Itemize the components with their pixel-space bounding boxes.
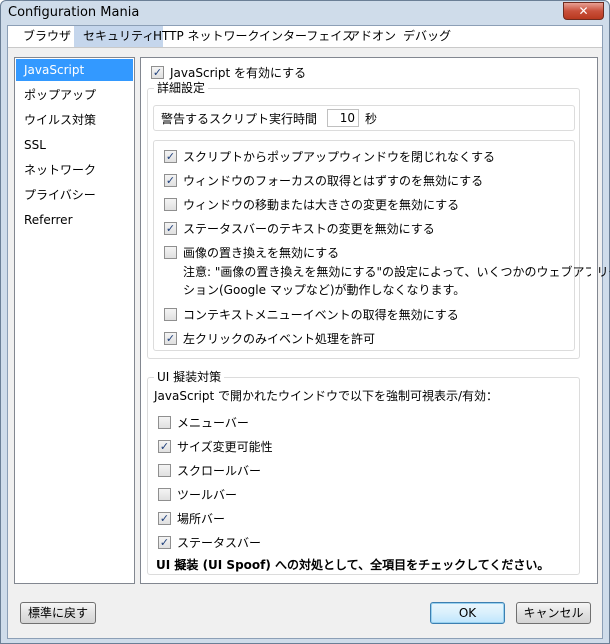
spoof-option-row[interactable]: スクロールバー — [158, 461, 261, 479]
option-checkbox[interactable] — [164, 245, 177, 259]
tab-bar: ブラウザ セキュリティ HTTP ネットワーク インターフェイス アドオン デバ… — [8, 26, 602, 48]
sidebar-item-popup[interactable]: ポップアップ — [16, 84, 133, 106]
sidebar-item-network[interactable]: ネットワーク — [16, 159, 133, 181]
category-list: JavaScript ポップアップ ウイルス対策 SSL ネットワーク プライバ… — [14, 57, 135, 584]
option-label: コンテキストメニューイベントの取得を無効にする — [183, 307, 459, 322]
option-label: スクリプトからポップアップウィンドウを閉じれなくする — [183, 149, 496, 164]
sidebar-item-ssl[interactable]: SSL — [16, 134, 133, 156]
enable-javascript-label: JavaScript を有効にする — [170, 65, 307, 80]
spoof-option-row[interactable]: ✓ ステータスバー — [158, 533, 261, 551]
option-checkbox[interactable] — [164, 307, 177, 321]
option-row[interactable]: ✓ スクリプトからポップアップウィンドウを閉じれなくする — [164, 147, 495, 165]
option-row[interactable]: ウィンドウの移動または大きさの変更を無効にする — [164, 195, 459, 213]
dialog-client: ブラウザ セキュリティ HTTP ネットワーク インターフェイス アドオン デバ… — [7, 25, 610, 639]
sidebar-item-referrer[interactable]: Referrer — [16, 209, 133, 231]
option-checkbox[interactable]: ✓ — [164, 221, 177, 235]
option-label: ウィンドウのフォーカスの取得とはずすのを無効にする — [183, 173, 484, 188]
ok-button[interactable]: OK — [430, 602, 505, 624]
ui-spoof-advice: UI 擬装 (UI Spoof) への対処として、全項目をチェックしてください。 — [156, 558, 550, 572]
option-row[interactable]: ✓ ステータスバーのテキストの変更を無効にする — [164, 219, 435, 237]
settings-panel: ✓ JavaScript を有効にする 詳細設定 警告するスクリプト実行時間 1… — [140, 57, 610, 584]
spoof-checkbox[interactable]: ✓ — [158, 511, 171, 525]
image-replace-note-line2: ション(Google マップなど)が動作しなくなります。 — [183, 283, 466, 297]
warn-time-input[interactable]: 10 — [327, 109, 360, 127]
option-checkbox[interactable]: ✓ — [164, 331, 177, 345]
tab-browser[interactable]: ブラウザ — [14, 26, 80, 47]
scroll-gutter — [591, 58, 597, 583]
warn-time-box: 警告するスクリプト実行時間 10 秒 — [153, 105, 575, 131]
spoof-option-row[interactable]: ✓ サイズ変更可能性 — [158, 437, 273, 455]
option-checkbox[interactable]: ✓ — [164, 173, 177, 187]
spoof-option-row[interactable]: ツールバー — [158, 485, 237, 503]
spoof-option-label: サイズ変更可能性 — [177, 439, 273, 454]
spoof-checkbox[interactable] — [158, 487, 171, 501]
enable-javascript-option[interactable]: ✓ JavaScript を有効にする — [151, 63, 306, 81]
spoof-option-row[interactable]: ✓ 場所バー — [158, 509, 225, 527]
option-label: 左クリックのみイベント処理を許可 — [183, 331, 376, 346]
option-checkbox[interactable]: ✓ — [164, 149, 177, 163]
option-label: 画像の置き換えを無効にする — [183, 245, 340, 260]
spoof-checkbox[interactable]: ✓ — [158, 535, 171, 549]
spoof-option-label: ステータスバー — [177, 535, 262, 550]
option-checkbox[interactable] — [164, 197, 177, 211]
spoof-option-label: スクロールバー — [177, 463, 262, 478]
option-row[interactable]: ✓ ウィンドウのフォーカスの取得とはずすのを無効にする — [164, 171, 483, 189]
details-group: 詳細設定 警告するスクリプト実行時間 10 秒 ✓ スクリプトからポップアップウ… — [147, 81, 610, 359]
close-icon: ✕ — [578, 4, 589, 18]
enable-javascript-checkbox[interactable]: ✓ — [151, 65, 164, 79]
option-row[interactable]: 画像の置き換えを無効にする — [164, 243, 339, 261]
spoof-option-label: 場所バー — [177, 511, 226, 526]
sidebar-item-javascript[interactable]: JavaScript — [16, 59, 133, 81]
spoof-option-row[interactable]: メニューバー — [158, 413, 249, 431]
spoof-checkbox[interactable] — [158, 415, 171, 429]
option-row[interactable]: ✓ 左クリックのみイベント処理を許可 — [164, 329, 375, 347]
sidebar-item-privacy[interactable]: プライバシー — [16, 184, 133, 206]
cancel-button[interactable]: キャンセル — [516, 602, 591, 624]
spoof-checkbox[interactable] — [158, 463, 171, 477]
sidebar-item-antivirus[interactable]: ウイルス対策 — [16, 109, 133, 131]
warn-time-unit: 秒 — [365, 111, 378, 126]
title-bar: Configuration Mania ✕ — [1, 1, 609, 25]
details-group-label: 詳細設定 — [154, 81, 209, 95]
spoof-option-label: ツールバー — [177, 487, 238, 502]
image-replace-note-line1: 注意: "画像の置き換えを無効にする"の設定によって、いくつかのウェブアプリケー — [183, 265, 610, 279]
option-row[interactable]: コンテキストメニューイベントの取得を無効にする — [164, 305, 459, 323]
option-label: ステータスバーのテキストの変更を無効にする — [183, 221, 435, 236]
app-window: Configuration Mania ✕ ブラウザ セキュリティ HTTP ネ… — [0, 0, 610, 644]
spoof-option-label: メニューバー — [177, 415, 249, 430]
ui-spoof-group: UI 擬装対策 JavaScript で開かれたウインドウで以下を強制可視表示/… — [147, 370, 580, 575]
ui-spoof-intro: JavaScript で開かれたウインドウで以下を強制可視表示/有効： — [154, 389, 499, 403]
warn-time-row: 警告するスクリプト実行時間 10 秒 — [161, 109, 377, 127]
script-options-box: ✓ スクリプトからポップアップウィンドウを閉じれなくする ✓ ウィンドウのフォー… — [153, 140, 610, 351]
spoof-checkbox[interactable]: ✓ — [158, 439, 171, 453]
window-title: Configuration Mania — [8, 5, 140, 20]
warn-time-label: 警告するスクリプト実行時間 — [161, 111, 318, 126]
reset-defaults-button[interactable]: 標準に戻す — [20, 602, 96, 624]
tab-debug[interactable]: デバッグ — [394, 26, 460, 47]
option-label: ウィンドウの移動または大きさの変更を無効にする — [183, 197, 460, 212]
ui-spoof-group-label: UI 擬装対策 — [154, 370, 225, 384]
close-button[interactable]: ✕ — [563, 2, 604, 20]
